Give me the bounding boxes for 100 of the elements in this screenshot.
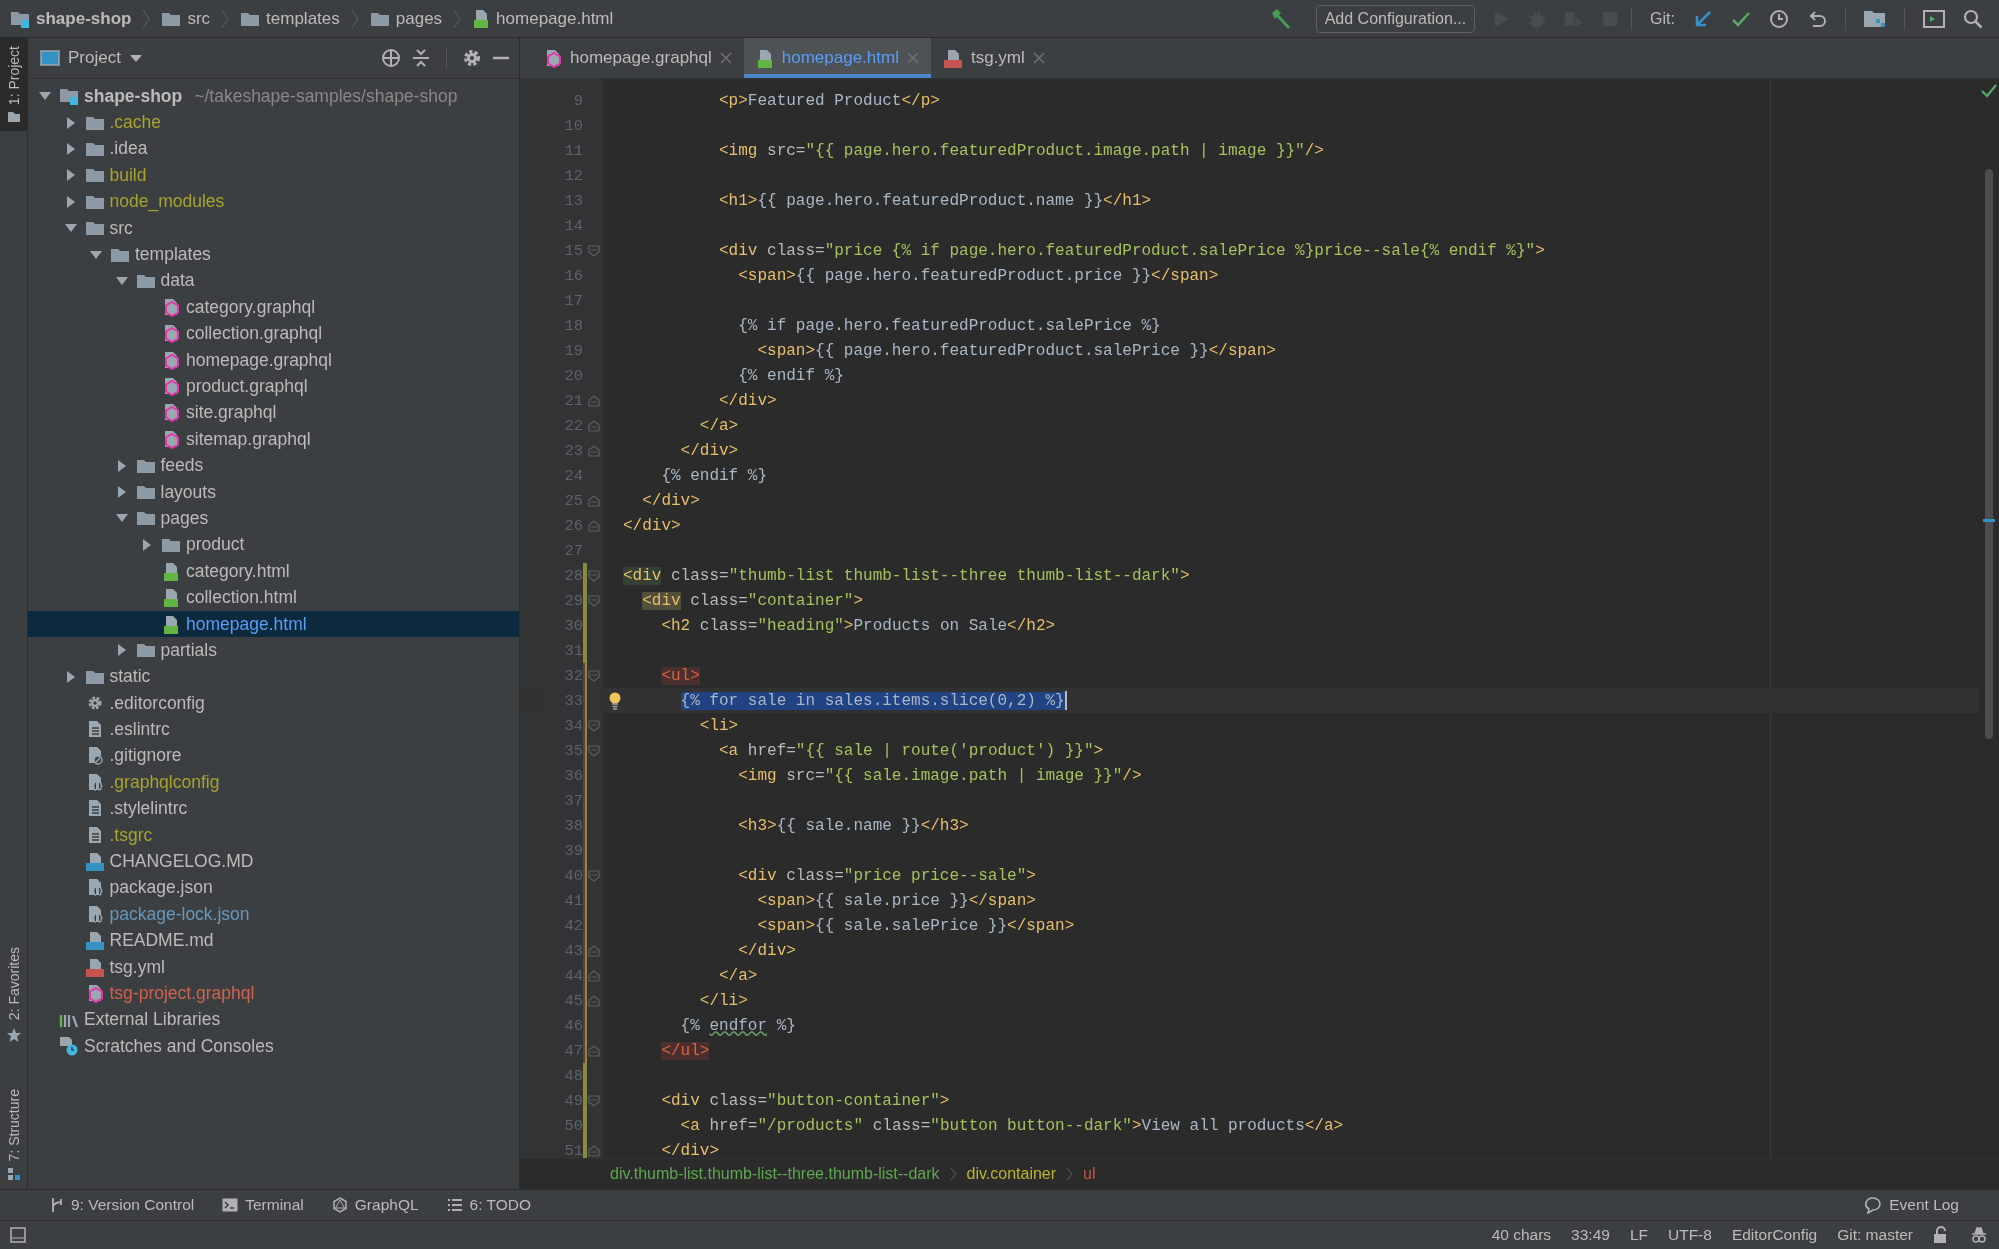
close-icon[interactable]: [1032, 52, 1045, 64]
expanded-arrow-icon[interactable]: [115, 275, 128, 286]
tree-row[interactable]: homepage.graphql: [28, 346, 519, 374]
window-icon[interactable]: [1922, 7, 1946, 30]
collapsed-arrow-icon[interactable]: [65, 670, 76, 683]
tree-row[interactable]: package-lock.json: [28, 901, 519, 928]
tool-window-button[interactable]: Terminal: [212, 1196, 314, 1214]
fold-marker-icon[interactable]: [588, 419, 600, 432]
lightbulb-icon[interactable]: [608, 692, 622, 710]
tree-row[interactable]: .tsgrc: [28, 821, 519, 849]
tree-row[interactable]: data: [28, 267, 519, 295]
fold-marker-icon[interactable]: [588, 569, 600, 582]
collapsed-arrow-icon[interactable]: [116, 644, 127, 657]
tree-row[interactable]: sitemap.graphql: [28, 426, 519, 453]
collapsed-arrow-icon[interactable]: [116, 459, 127, 472]
tree-row[interactable]: pages: [28, 505, 519, 532]
breadcrumb-item[interactable]: shape-shop: [10, 8, 132, 29]
tree-row[interactable]: product: [28, 531, 519, 559]
status-item[interactable]: 33:49: [1571, 1226, 1610, 1244]
tree-row[interactable]: tsg.yml: [28, 953, 519, 981]
breadcrumb-item[interactable]: homepage.html: [472, 8, 614, 29]
tool-window-button[interactable]: GraphQL: [321, 1196, 429, 1214]
status-item[interactable]: 40 chars: [1491, 1226, 1552, 1244]
tool-window-tab[interactable]: 2: Favorites: [0, 939, 27, 1051]
fold-marker-icon[interactable]: [588, 394, 600, 407]
search-icon[interactable]: [1962, 7, 1984, 30]
tool-window-button[interactable]: 6: TODO: [436, 1196, 541, 1214]
status-item[interactable]: EditorConfig: [1731, 1226, 1818, 1244]
tree-row[interactable]: homepage.html: [28, 610, 519, 638]
fold-marker-icon[interactable]: [588, 969, 600, 982]
tool-window-tab[interactable]: 1: Project: [0, 38, 27, 132]
tree-row[interactable]: category.graphql: [28, 294, 519, 321]
tree-row[interactable]: node_modules: [28, 188, 519, 215]
view-selector[interactable]: Project: [40, 48, 143, 68]
fold-marker-icon[interactable]: [588, 719, 600, 732]
clock-icon[interactable]: [1768, 7, 1790, 30]
tree-row[interactable]: src: [28, 214, 519, 242]
tree-row[interactable]: Scratches and Consoles: [28, 1033, 519, 1060]
fold-marker-icon[interactable]: [588, 594, 600, 607]
fold-marker-icon[interactable]: [588, 669, 600, 682]
collapsed-arrow-icon[interactable]: [65, 142, 76, 155]
gear-icon[interactable]: [461, 47, 483, 69]
tree-row[interactable]: .gitignore: [28, 742, 519, 770]
crosshair-icon[interactable]: [380, 47, 402, 69]
editor-tab[interactable]: homepage.html: [743, 38, 931, 78]
tree-row[interactable]: static: [28, 663, 519, 690]
fold-marker-icon[interactable]: [588, 1144, 600, 1157]
breadcrumb-item[interactable]: templates: [240, 8, 340, 29]
expanded-arrow-icon[interactable]: [90, 249, 102, 260]
tool-window-tab[interactable]: 7: Structure: [0, 1080, 27, 1189]
collapsed-arrow-icon[interactable]: [65, 169, 76, 182]
editor-tab[interactable]: homepage.graphql: [532, 38, 744, 78]
tree-row[interactable]: .idea: [28, 135, 519, 163]
breadcrumb-item[interactable]: src: [161, 8, 211, 29]
event-log-button[interactable]: Event Log: [1854, 1196, 1969, 1214]
status-item[interactable]: UTF-8: [1668, 1226, 1712, 1244]
tree-row[interactable]: .eslintrc: [28, 716, 519, 743]
expanded-arrow-icon[interactable]: [115, 513, 128, 524]
collapsed-arrow-icon[interactable]: [65, 195, 76, 208]
tree-row[interactable]: collection.html: [28, 584, 519, 611]
tree-row[interactable]: partials: [28, 637, 519, 664]
breadcrumb-item[interactable]: pages: [369, 8, 443, 29]
fold-marker-icon[interactable]: [588, 244, 600, 257]
collapse-all-icon[interactable]: [410, 47, 432, 69]
fold-marker-icon[interactable]: [588, 869, 600, 882]
tree-row[interactable]: .editorconfig: [28, 690, 519, 717]
fold-marker-icon[interactable]: [588, 944, 600, 957]
tree-row[interactable]: README.md: [28, 927, 519, 954]
scrollbar-thumb[interactable]: [1985, 169, 1993, 739]
structure-path-item[interactable]: ul: [1083, 1165, 1096, 1183]
inspector-icon[interactable]: [1969, 1226, 1989, 1244]
tree-row[interactable]: package.json: [28, 874, 519, 902]
fold-marker-icon[interactable]: [588, 1094, 600, 1107]
tree-row[interactable]: templates: [28, 241, 519, 268]
collapsed-arrow-icon[interactable]: [142, 538, 152, 551]
fold-marker-icon[interactable]: [588, 994, 600, 1007]
tree-row[interactable]: .stylelintrc: [28, 795, 519, 822]
panel-toggle-icon[interactable]: [10, 1227, 26, 1243]
collapsed-arrow-icon[interactable]: [116, 486, 127, 499]
tree-row[interactable]: collection.graphql: [28, 320, 519, 347]
status-item[interactable]: Git: master: [1837, 1226, 1913, 1244]
collapsed-arrow-icon[interactable]: [65, 116, 76, 129]
structure-path-item[interactable]: div.container: [966, 1165, 1057, 1183]
tree-row[interactable]: site.graphql: [28, 399, 519, 427]
fold-marker-icon[interactable]: [588, 1044, 600, 1057]
tree-row[interactable]: tsg-project.graphql: [28, 980, 519, 1007]
tree-row[interactable]: layouts: [28, 478, 519, 506]
tree-row[interactable]: feeds: [28, 452, 519, 479]
structure-path-item[interactable]: div.thumb-list.thumb-list--three.thumb-list--dark: [610, 1165, 940, 1183]
status-item[interactable]: LF: [1629, 1226, 1648, 1244]
fold-marker-icon[interactable]: [588, 519, 600, 532]
expanded-arrow-icon[interactable]: [64, 223, 77, 234]
tree-row[interactable]: .cache: [28, 109, 519, 136]
tool-window-button[interactable]: 9: Version Control: [40, 1196, 205, 1214]
lock-icon[interactable]: [1933, 1226, 1949, 1244]
add-configuration-button[interactable]: Add Configuration...: [1315, 4, 1476, 33]
close-icon[interactable]: [719, 52, 732, 64]
editor-tab[interactable]: tsg.yml: [930, 38, 1057, 78]
fold-marker-icon[interactable]: [588, 494, 600, 507]
fold-marker-icon[interactable]: [588, 444, 600, 457]
